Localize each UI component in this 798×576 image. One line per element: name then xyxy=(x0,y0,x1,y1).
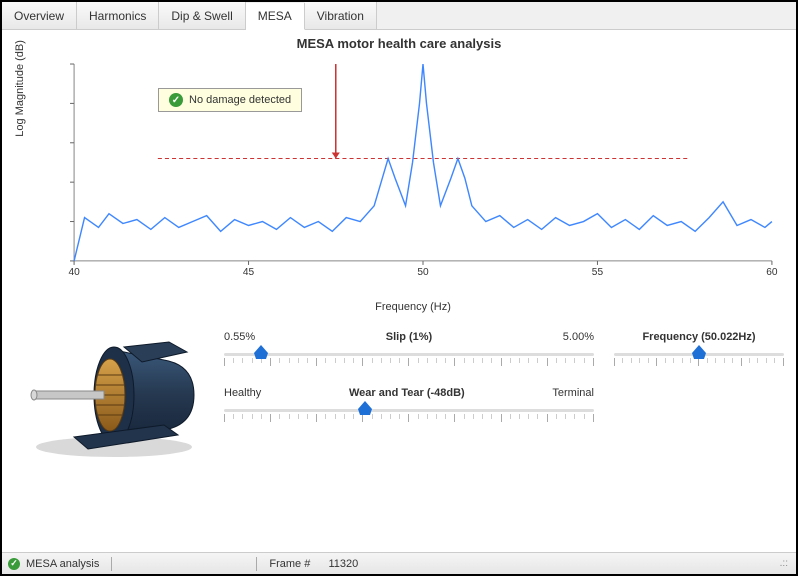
tab-label: Vibration xyxy=(317,9,364,23)
tab-label: Overview xyxy=(14,9,64,23)
slider-wear[interactable]: Healthy Wear and Tear (-48dB) Terminal xyxy=(224,387,594,425)
tab-overview[interactable]: Overview xyxy=(2,2,77,29)
chart-title: MESA motor health care analysis xyxy=(10,36,788,51)
status-frame-value: 11320 xyxy=(328,558,358,570)
chart-xlabel: Frequency (Hz) xyxy=(38,301,788,313)
slider-slip[interactable]: 0.55% Slip (1%) 5.00% xyxy=(224,331,594,369)
svg-text:50: 50 xyxy=(417,267,429,278)
resize-grip-icon[interactable]: .:: xyxy=(780,558,790,569)
slider-panel: 0.55% Slip (1%) 5.00% xyxy=(224,325,784,548)
svg-text:40: 40 xyxy=(68,267,80,278)
tab-label: Harmonics xyxy=(89,9,146,23)
lower-panel: 0.55% Slip (1%) 5.00% xyxy=(10,319,788,552)
slider-max-label: 5.00% xyxy=(563,331,594,343)
check-icon: ✓ xyxy=(8,558,20,570)
slider-title: Frequency (50.022Hz) xyxy=(642,331,755,343)
chart-area: Log Magnitude (dB) -100-80-60-40-2004045… xyxy=(38,55,788,315)
slider-title: Slip (1%) xyxy=(386,331,432,343)
check-icon: ✓ xyxy=(169,93,183,107)
slider-track[interactable] xyxy=(224,347,594,369)
slider-thumb[interactable] xyxy=(254,345,268,359)
tab-vibration[interactable]: Vibration xyxy=(305,2,377,29)
tab-label: Dip & Swell xyxy=(171,9,232,23)
svg-text:55: 55 xyxy=(592,267,604,278)
slider-track[interactable] xyxy=(224,403,594,425)
app-window: Overview Harmonics Dip & Swell MESA Vibr… xyxy=(0,0,798,576)
slider-thumb[interactable] xyxy=(692,345,706,359)
status-label: MESA analysis xyxy=(26,558,99,570)
tab-strip: Overview Harmonics Dip & Swell MESA Vibr… xyxy=(2,2,796,30)
motor-image xyxy=(14,325,214,465)
content-pane: MESA motor health care analysis Log Magn… xyxy=(2,30,796,552)
tab-dipswell[interactable]: Dip & Swell xyxy=(159,2,245,29)
svg-text:60: 60 xyxy=(766,267,778,278)
chart-legend: ✓ No damage detected xyxy=(158,88,302,112)
svg-text:45: 45 xyxy=(243,267,255,278)
slider-max-label: Terminal xyxy=(552,387,594,399)
chart-ylabel: Log Magnitude (dB) xyxy=(14,40,26,137)
tab-mesa[interactable]: MESA xyxy=(246,3,305,30)
tab-harmonics[interactable]: Harmonics xyxy=(77,2,159,29)
slider-min-label: 0.55% xyxy=(224,331,255,343)
slider-thumb[interactable] xyxy=(358,401,372,415)
slider-frequency[interactable]: Frequency (50.022Hz) xyxy=(614,331,784,369)
slider-min-label: Healthy xyxy=(224,387,261,399)
status-bar: ✓ MESA analysis Frame # 11320 .:: xyxy=(2,552,796,574)
chart-plot[interactable]: -100-80-60-40-2004045505560 ✓ No damage … xyxy=(68,60,778,279)
slider-title: Wear and Tear (-48dB) xyxy=(349,387,465,399)
slider-track[interactable] xyxy=(614,347,784,369)
status-frame-label: Frame # xyxy=(269,558,310,570)
tab-label: MESA xyxy=(258,9,292,23)
chart-legend-text: No damage detected xyxy=(189,94,291,106)
